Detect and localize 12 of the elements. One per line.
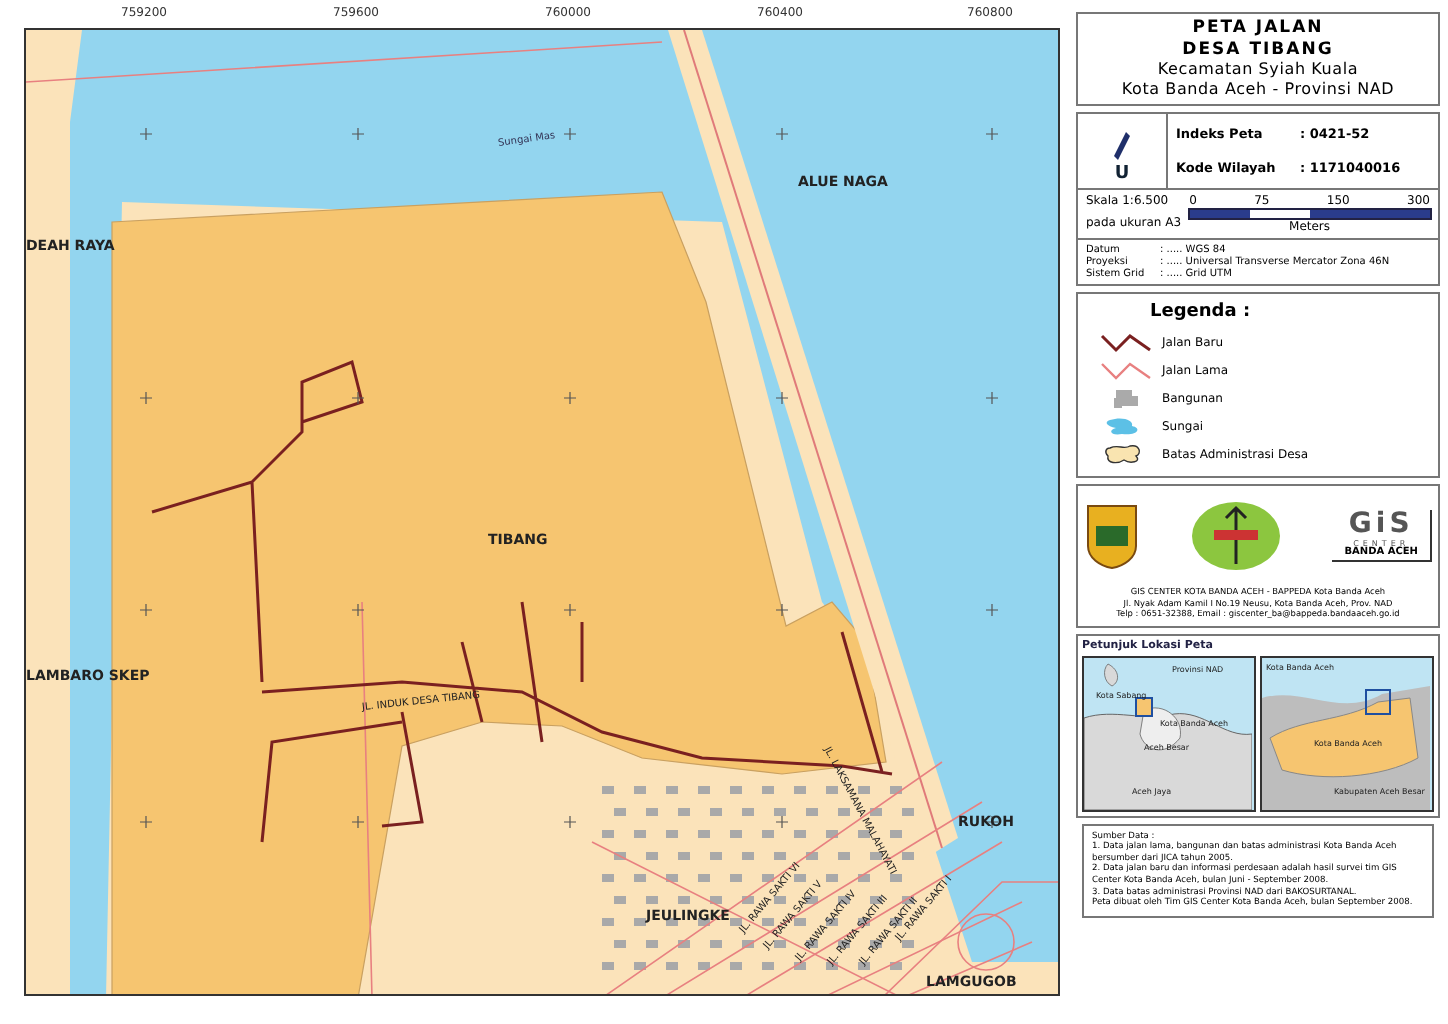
agency-emblem-icon xyxy=(1190,500,1283,573)
city-emblem-icon xyxy=(1084,502,1140,571)
map-subtitle: Kecamatan Syiah Kuala xyxy=(1155,60,1361,81)
new-road-symbol-icon xyxy=(1098,330,1154,355)
north-arrow-icon xyxy=(1114,132,1130,165)
logo-text: GiS xyxy=(1348,510,1414,540)
map-subtitle: Kota Banda Aceh - Provinsi NAD xyxy=(1119,80,1397,101)
north-label: U xyxy=(1114,164,1130,185)
map-title: DESA TIBANG xyxy=(1180,39,1336,61)
map-title: PETA JALAN xyxy=(1190,18,1326,40)
old-road-symbol-icon xyxy=(1098,358,1154,383)
legend-title: Legenda : xyxy=(1150,302,1253,323)
